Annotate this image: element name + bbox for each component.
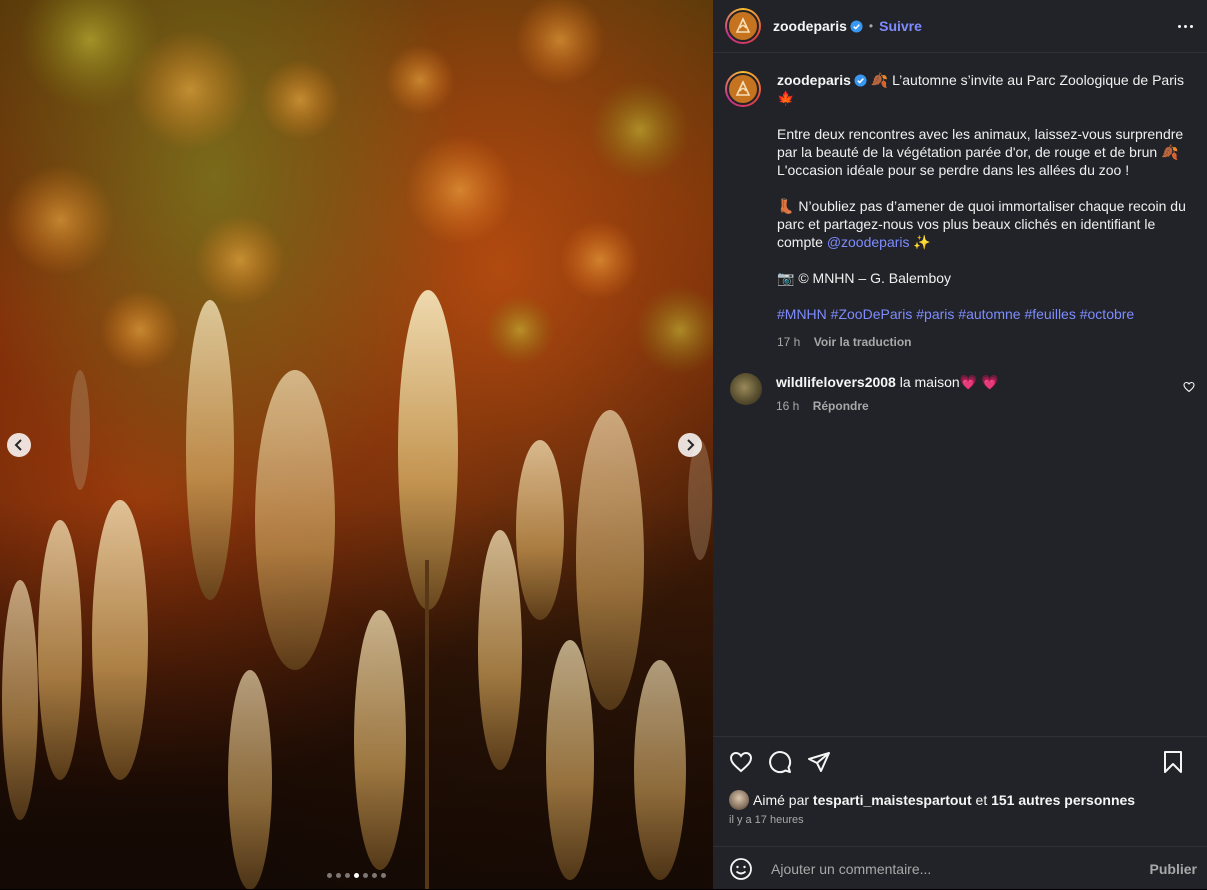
caption: zoodeparis 🍂 L’automne s’invite au Parc … [725,71,1195,351]
hashtag-link[interactable]: #paris [916,306,954,322]
hashtag-link[interactable]: #ZooDeParis [831,306,913,322]
comment-text: la maison [899,374,960,390]
caption-text: zoodeparis 🍂 L’automne s’invite au Parc … [777,71,1187,351]
post-media[interactable] [0,0,713,889]
emoji-icon[interactable] [729,857,753,881]
separator-dot: • [868,19,874,33]
hashtag-link[interactable]: #MNHN [777,306,827,322]
more-options-button[interactable] [1178,24,1193,28]
avatar[interactable] [730,373,762,405]
post-actions [713,736,1207,787]
liker-username[interactable]: tesparti_maistespartout [813,792,972,808]
caption-paragraph-2-end: L'occasion idéale pour se perdre dans le… [777,162,1130,178]
post-modal: zoodeparis • Suivre zoodeparis 🍂 L’autom… [0,0,1207,889]
post-timestamp[interactable]: il y a 17 heures [729,814,804,826]
carousel-dot [336,873,341,878]
translate-button[interactable]: Voir la traduction [814,335,912,349]
avatar[interactable] [725,8,761,44]
comment-button[interactable] [768,750,792,774]
add-comment-bar: Publier [713,846,1207,890]
maple-leaf-emoji: 🍁 [777,90,795,106]
likes-connector: et [975,792,988,808]
camera-emoji: 📷 [777,270,795,286]
carousel-dot [327,873,332,878]
chevron-left-icon [14,439,22,451]
boot-emoji: 👢 [777,198,795,214]
photo-credit: © MNHN – G. Balemboy [798,270,952,286]
likes-summary: Aimé par tesparti_maistespartout et 151 … [729,790,1135,810]
like-button[interactable] [729,750,753,774]
comment-time: 16 h [776,399,800,413]
save-button[interactable] [1162,750,1184,774]
more-icon [1178,24,1181,28]
bookmark-icon [1164,751,1182,773]
header-username[interactable]: zoodeparis [773,18,847,34]
chevron-right-icon [687,439,695,451]
follow-button[interactable]: Suivre [879,18,922,34]
publish-button[interactable]: Publier [1150,861,1197,877]
comment-item: wildlifelovers2008 la maison💗 💗 16 h Rép… [725,373,1195,415]
zoo-logo-icon [735,17,751,33]
post-side-panel: zoodeparis • Suivre zoodeparis 🍂 L’autom… [713,0,1207,889]
autumn-grass-photo [0,0,713,889]
likes-count-link[interactable]: 151 autres personnes [991,792,1135,808]
carousel-dot [345,873,350,878]
likes-prefix: Aimé par [753,792,810,808]
send-icon [808,752,830,772]
previous-slide-button[interactable] [7,433,31,457]
carousel-dot [363,873,368,878]
caption-meta: 17 h Voir la traduction [777,333,1187,351]
leaf-emoji: 🍂 [870,72,889,88]
caption-time: 17 h [777,335,801,349]
hashtag-link[interactable]: #feuilles [1024,306,1075,322]
like-comment-heart-icon[interactable] [1183,381,1195,393]
next-slide-button[interactable] [678,433,702,457]
share-button[interactable] [807,750,831,774]
verified-badge-icon [850,19,863,33]
hashtag-link[interactable]: #octobre [1080,306,1134,322]
caption-avatar[interactable] [725,71,761,107]
reply-button[interactable]: Répondre [813,399,869,413]
comment-body: wildlifelovers2008 la maison💗 💗 16 h Rép… [776,373,1175,415]
hashtag-list: #MNHN #ZooDeParis #paris #automne #feuil… [777,305,1187,323]
caption-username[interactable]: zoodeparis [777,72,851,88]
comment-username[interactable]: wildlifelovers2008 [776,374,896,390]
sparkles-emoji: ✨ [913,234,931,250]
heart-emoji: 💗 💗 [959,374,999,390]
heart-icon [729,751,753,773]
carousel-dot [381,873,386,878]
comment-meta: 16 h Répondre [776,397,1175,415]
caption-paragraph-2: Entre deux rencontres avec les animaux, … [777,126,1184,160]
comment-input[interactable] [769,859,1150,878]
comment-bubble-icon [769,751,792,774]
avatar[interactable] [729,790,749,810]
mention-link[interactable]: @zoodeparis [827,234,910,250]
carousel-dot [372,873,377,878]
verified-badge-icon [854,74,867,87]
hashtag-link[interactable]: #automne [958,306,1020,322]
caption-line1: L’automne s’invite au Parc Zoologique de… [892,72,1184,88]
leaf-emoji: 🍂 [1161,144,1179,160]
zoo-logo-icon [735,80,751,96]
carousel-indicator [0,873,713,878]
post-header: zoodeparis • Suivre [713,0,1207,53]
carousel-dot [354,873,359,878]
